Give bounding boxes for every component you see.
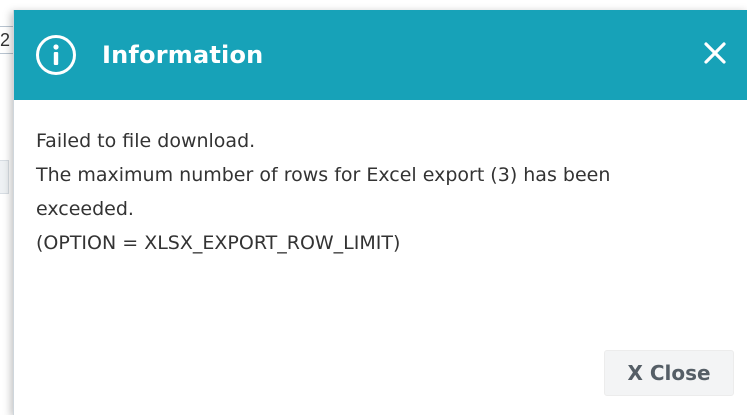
message-line: The maximum number of rows for Excel exp… [36,164,611,186]
message-line: Failed to file download. [36,130,256,152]
dialog-message: Failed to file download. The maximum num… [36,124,726,260]
dialog-header: Information [14,10,747,100]
background-panel-fragment [0,160,9,194]
close-button[interactable]: X Close [604,350,734,396]
background-fragment-text: 2 [0,30,11,50]
message-line: exceeded. [36,198,134,220]
information-dialog: Information Failed to file download. The… [13,10,747,415]
dialog-title: Information [102,41,264,69]
info-circle-icon [36,35,76,75]
message-line: (OPTION = XLSX_EXPORT_ROW_LIMIT) [36,232,401,254]
close-icon[interactable] [702,40,728,66]
